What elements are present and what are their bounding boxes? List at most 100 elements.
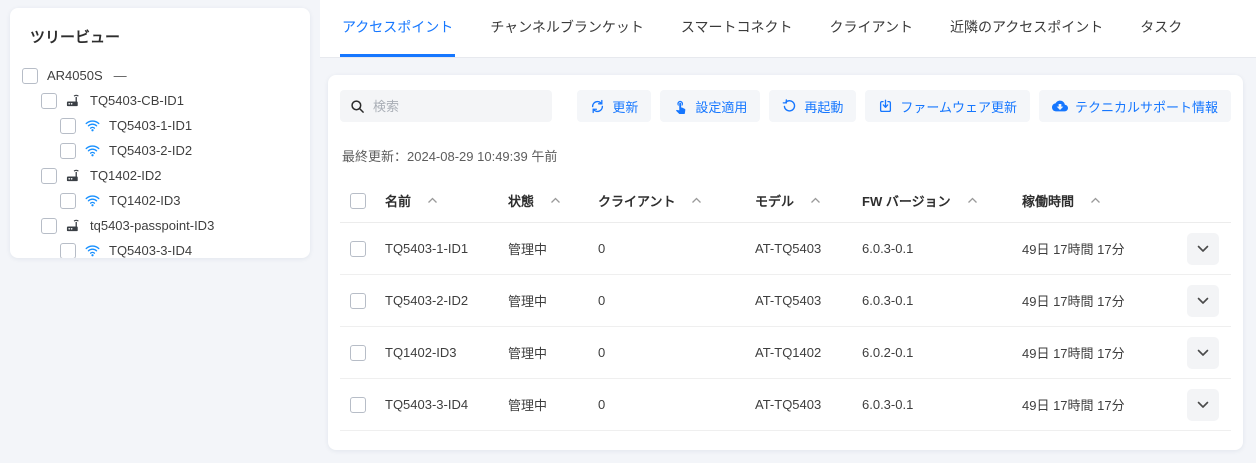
cell-fw-version: 6.0.3-0.1	[862, 293, 1022, 308]
cell-fw-version: 6.0.2-0.1	[862, 345, 1022, 360]
cloud-download-icon	[1052, 98, 1068, 114]
wifi-icon	[85, 193, 100, 208]
tree-node-checkbox[interactable]	[41, 218, 57, 234]
tree-node-checkbox[interactable]	[41, 93, 57, 109]
tree-node[interactable]: TQ1402-ID2	[10, 163, 310, 188]
select-all-checkbox[interactable]	[350, 193, 366, 209]
cell-status: 管理中	[508, 343, 598, 362]
tree-node-checkbox[interactable]	[60, 118, 76, 134]
tree-node-label: TQ5403-1-ID1	[109, 118, 192, 133]
tech-support-info-button-label: テクニカルサポート情報	[1075, 97, 1218, 116]
cell-fw-version: 6.0.3-0.1	[862, 241, 1022, 256]
col-uptime: 稼働時間	[1022, 191, 1074, 210]
cell-uptime: 49日 17時間 17分	[1022, 239, 1187, 258]
tree-node[interactable]: tq5403-passpoint-ID3	[10, 213, 310, 238]
tree-view-title: ツリービュー	[30, 26, 310, 47]
firmware-update-button-label: ファームウェア更新	[900, 97, 1017, 116]
tab-access-points[interactable]: アクセスポイント	[340, 0, 455, 57]
tech-support-info-button[interactable]: テクニカルサポート情報	[1039, 90, 1231, 122]
tree-node[interactable]: TQ5403-3-ID4	[10, 238, 310, 258]
search-box[interactable]	[340, 90, 552, 122]
row-checkbox[interactable]	[350, 293, 366, 309]
cell-model: AT-TQ5403	[755, 397, 862, 412]
row-checkbox[interactable]	[350, 241, 366, 257]
cell-name: TQ5403-2-ID2	[385, 293, 508, 308]
tree-node-checkbox[interactable]	[22, 68, 38, 84]
apply-settings-button[interactable]: 設定適用	[660, 90, 760, 122]
access-points-panel: 更新 設定適用	[328, 75, 1243, 450]
col-status: 状態	[508, 191, 534, 210]
tree-node[interactable]: TQ1402-ID3	[10, 188, 310, 213]
tab-channel-blanket[interactable]: チャンネルブランケット	[488, 0, 646, 57]
firmware-update-button[interactable]: ファームウェア更新	[865, 90, 1030, 122]
tab-smart-connect[interactable]: スマートコネクト	[679, 0, 795, 57]
table-body: TQ5403-1-ID1 管理中 0 AT-TQ5403 6.0.3-0.1 4…	[340, 223, 1231, 431]
row-expand-button[interactable]	[1187, 337, 1219, 369]
tree-node[interactable]: TQ5403-1-ID1	[10, 113, 310, 138]
sort-model-icon[interactable]	[810, 197, 821, 204]
col-fw-version: FW バージョン	[862, 191, 951, 210]
router-icon	[66, 168, 81, 183]
cell-name: TQ5403-1-ID1	[385, 241, 508, 256]
cell-clients: 0	[598, 241, 755, 256]
sort-uptime-icon[interactable]	[1090, 197, 1101, 204]
tree-node-label: TQ5403-2-ID2	[109, 143, 192, 158]
col-name: 名前	[385, 191, 411, 210]
wifi-icon	[85, 143, 100, 158]
tree-node[interactable]: AR4050S —	[10, 63, 310, 88]
restart-icon	[782, 99, 797, 114]
search-input[interactable]	[373, 99, 542, 114]
tab-clients[interactable]: クライアント	[828, 0, 915, 57]
row-checkbox[interactable]	[350, 397, 366, 413]
row-expand-button[interactable]	[1187, 233, 1219, 265]
table-header: 名前 状態 クライアント モデル FW バージョン 稼働時間	[340, 179, 1231, 223]
touch-apply-icon	[673, 99, 688, 114]
tab-bar: アクセスポイント チャンネルブランケット スマートコネクト クライアント 近隣の…	[320, 0, 1256, 58]
last-updated-value: 2024-08-29 10:49:39 午前	[407, 149, 557, 164]
firmware-download-icon	[878, 99, 893, 114]
tree-node-label: TQ5403-CB-ID1	[90, 93, 184, 108]
search-icon	[350, 99, 365, 114]
cell-uptime: 49日 17時間 17分	[1022, 395, 1187, 414]
sort-status-icon[interactable]	[550, 197, 561, 204]
apply-settings-button-label: 設定適用	[695, 97, 747, 116]
cell-clients: 0	[598, 293, 755, 308]
tree-node-label: AR4050S	[47, 68, 103, 83]
wifi-icon	[85, 118, 100, 133]
tree-node-collapse-dash[interactable]: —	[114, 68, 127, 83]
refresh-button[interactable]: 更新	[577, 90, 651, 122]
tree-node-checkbox[interactable]	[41, 168, 57, 184]
tree-node-checkbox[interactable]	[60, 193, 76, 209]
cell-fw-version: 6.0.3-0.1	[862, 397, 1022, 412]
cell-clients: 0	[598, 345, 755, 360]
router-icon	[66, 218, 81, 233]
last-updated-label: 最終更新：	[342, 149, 407, 164]
row-checkbox[interactable]	[350, 345, 366, 361]
sort-clients-icon[interactable]	[691, 197, 702, 204]
cell-uptime: 49日 17時間 17分	[1022, 291, 1187, 310]
tree-node-checkbox[interactable]	[60, 243, 76, 259]
table-row: TQ1402-ID3 管理中 0 AT-TQ1402 6.0.2-0.1 49日…	[340, 327, 1231, 379]
wifi-icon	[85, 243, 100, 258]
sort-name-icon[interactable]	[427, 197, 438, 204]
row-expand-button[interactable]	[1187, 389, 1219, 421]
tree-node[interactable]: TQ5403-2-ID2	[10, 138, 310, 163]
col-clients: クライアント	[598, 191, 675, 210]
tree-view-panel: ツリービュー AR4050S —	[10, 8, 310, 258]
reboot-button[interactable]: 再起動	[769, 90, 856, 122]
refresh-icon	[590, 99, 605, 114]
tab-tasks[interactable]: タスク	[1138, 0, 1184, 57]
table-row: TQ5403-3-ID4 管理中 0 AT-TQ5403 6.0.3-0.1 4…	[340, 379, 1231, 431]
toolbar: 更新 設定適用	[340, 90, 1231, 122]
cell-name: TQ5403-3-ID4	[385, 397, 508, 412]
cell-status: 管理中	[508, 395, 598, 414]
tree-node-checkbox[interactable]	[60, 143, 76, 159]
cell-clients: 0	[598, 397, 755, 412]
tree-node-label: TQ1402-ID2	[90, 168, 162, 183]
tree-node[interactable]: TQ5403-CB-ID1	[10, 88, 310, 113]
row-expand-button[interactable]	[1187, 285, 1219, 317]
tab-neighbor-access-points[interactable]: 近隣のアクセスポイント	[948, 0, 1105, 57]
chevron-down-icon	[1197, 297, 1209, 305]
sort-fw-icon[interactable]	[967, 197, 978, 204]
tree-node-label: TQ1402-ID3	[109, 193, 181, 208]
